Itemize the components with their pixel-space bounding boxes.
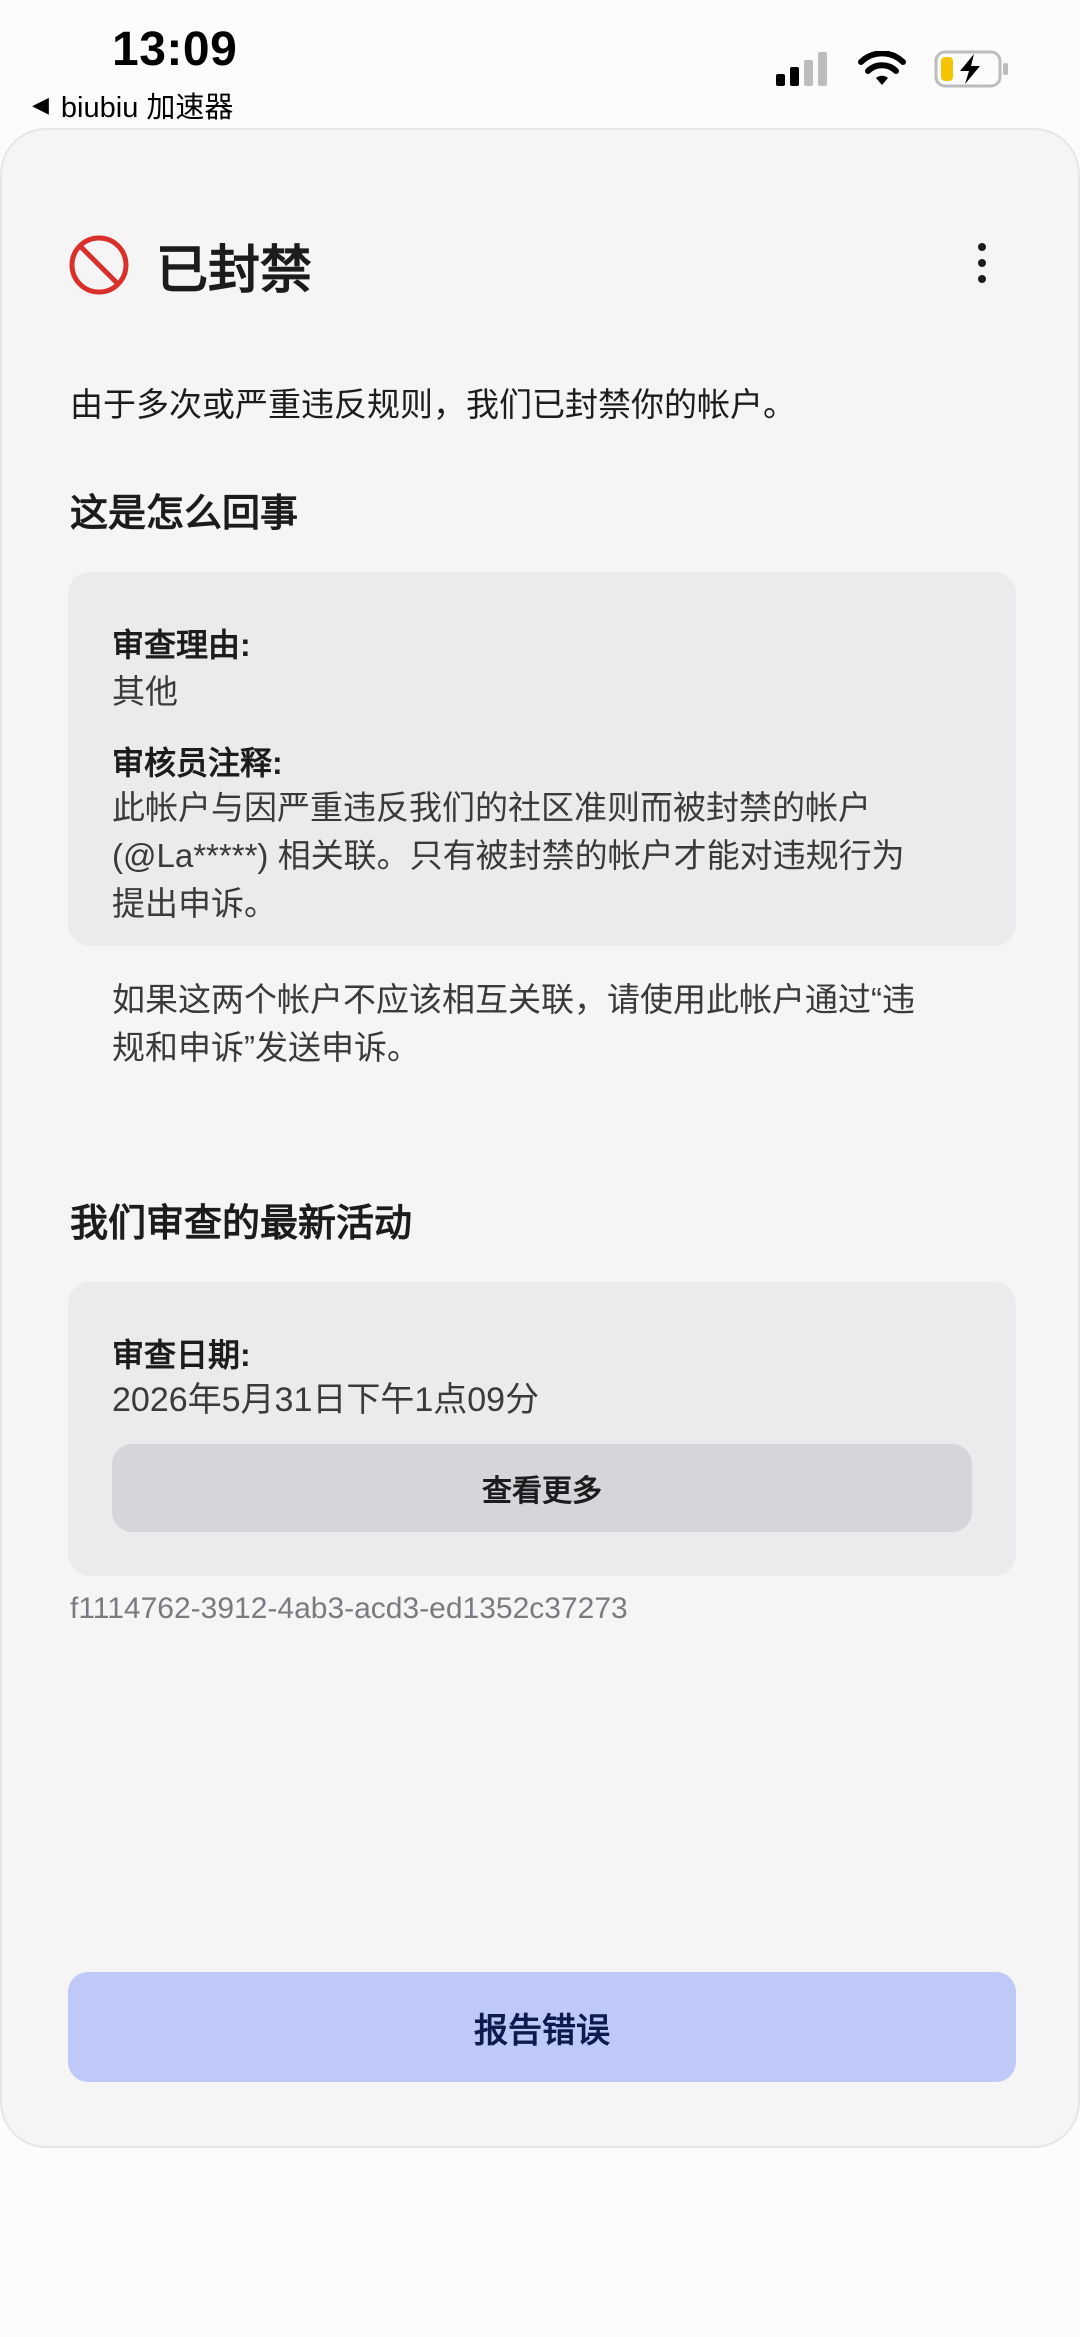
reviewer-note-line: 如果这两个帐户不应该相互关联，请使用此帐户通过“违 (112, 981, 915, 1018)
report-error-button[interactable]: 报告错误 (68, 1972, 1016, 2082)
status-bar: 13:09 ◀ biubiu 加速器 (0, 0, 1080, 125)
reviewer-note-line: 此帐户与因严重违反我们的社区准则而被封禁的帐户 (112, 789, 871, 826)
back-to-app-link[interactable]: ◀ biubiu 加速器 (32, 84, 233, 126)
ban-intro-text: 由于多次或严重违反规则，我们已封禁你的帐户。 (70, 386, 796, 423)
signal-icon (776, 52, 827, 86)
ban-notice-sheet: 已封禁 由于多次或严重违反规则，我们已封禁你的帐户。 这是怎么回事 审查理由: … (0, 128, 1080, 2148)
reviewer-note-line: (@La*****) 相关联。只有被封禁的帐户才能对违规行为 (112, 837, 905, 874)
review-date-value: 2026年5月31日下午1点09分 (112, 1381, 540, 1419)
section-title-what-happened: 这是怎么回事 (70, 493, 299, 535)
reviewer-note-label: 审核员注释: (112, 745, 283, 781)
status-time: 13:09 (112, 23, 238, 76)
view-more-button[interactable]: 查看更多 (112, 1444, 972, 1532)
reviewer-note-line: 规和申诉”发送申诉。 (112, 1029, 420, 1066)
latest-activity-card: 审查日期: 2026年5月31日下午1点09分 查看更多 (68, 1282, 1016, 1576)
page-title: 已封禁 (156, 241, 313, 300)
review-reason-label: 审查理由: (112, 627, 251, 663)
back-triangle-icon: ◀ (32, 92, 49, 117)
more-options-button[interactable] (952, 233, 1012, 293)
section-title-latest-activity: 我们审查的最新活动 (70, 1203, 413, 1245)
reviewer-note-line: 提出申诉。 (112, 885, 277, 922)
wifi-icon (858, 51, 906, 85)
review-date-label: 审查日期: (112, 1337, 251, 1373)
status-icons (774, 50, 1010, 88)
review-reason-card: 审查理由: 其他 审核员注释: 此帐户与因严重违反我们的社区准则而被封禁的帐户 … (68, 572, 1016, 1066)
battery-charging-icon (934, 50, 1008, 88)
more-vertical-icon (978, 243, 986, 251)
reference-id: f1114762-3912-4ab3-acd3-ed1352c37273 (70, 1592, 628, 1625)
ban-icon (69, 235, 129, 295)
review-reason-value: 其他 (112, 673, 178, 710)
header: 已封禁 (68, 225, 1012, 305)
back-app-label: biubiu 加速器 (60, 92, 234, 124)
